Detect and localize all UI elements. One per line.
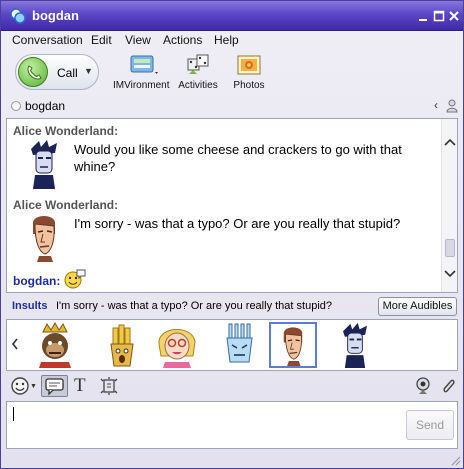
person-icon[interactable] <box>446 99 458 113</box>
window-title: bogdan <box>32 8 79 23</box>
audible-current-text: I'm sorry - was that a typo? Or are you … <box>56 300 332 312</box>
gorilla-king-icon <box>39 321 71 368</box>
goth-boy-avatar <box>31 140 57 189</box>
imvironment-icon <box>130 55 158 74</box>
goth-boy-icon <box>343 322 367 368</box>
imvironment-button[interactable]: IMVironment <box>113 52 170 94</box>
call-button[interactable]: Call ▼ <box>15 54 99 90</box>
menu-edit[interactable]: Edit <box>91 33 112 47</box>
scroll-thumb[interactable] <box>445 239 455 257</box>
nudge-icon[interactable] <box>99 376 119 396</box>
imvironment-label: IMVironment <box>113 80 170 91</box>
minimize-icon <box>419 19 427 21</box>
chat-window: bogdan Conversation Edit View Actions He… <box>0 0 464 469</box>
send-button[interactable]: Send <box>406 410 454 440</box>
french-fries-audible[interactable] <box>99 322 147 368</box>
toolbar: Call ▼ IMVironment Activities Photos <box>1 50 463 96</box>
close-button[interactable] <box>447 9 461 23</box>
photos-label: Photos <box>233 80 265 91</box>
resize-grip-icon[interactable] <box>449 454 461 466</box>
menu-conversation[interactable]: Conversation <box>12 33 83 47</box>
chat-messages: Alice Wonderland: Would you like some ch… <box>7 119 443 292</box>
offline-status-icon <box>11 101 21 111</box>
message-text: I'm sorry - was that a typo? Or are you … <box>74 216 401 231</box>
menu-bar: Conversation Edit View Actions Help <box>1 31 463 49</box>
speech-bubble-icon <box>45 378 64 396</box>
sneering-man-icon <box>283 327 303 366</box>
angry-fork-icon <box>226 323 253 363</box>
maximize-button[interactable] <box>432 9 446 23</box>
goth-boy-audible[interactable] <box>333 322 381 368</box>
font-icon[interactable]: T <box>74 375 86 397</box>
menu-actions[interactable]: Actions <box>163 33 202 47</box>
my-sender-name: bogdan: <box>13 274 61 288</box>
paperclip-icon[interactable] <box>439 376 457 396</box>
call-label: Call <box>57 66 78 80</box>
audible-strip <box>6 319 458 371</box>
title-bar[interactable]: bogdan <box>1 1 463 31</box>
contact-name[interactable]: bogdan <box>25 99 65 113</box>
chevron-down-icon[interactable]: ▼ <box>84 66 93 76</box>
text-caret <box>13 407 14 421</box>
activities-icon <box>187 54 209 74</box>
emoticon-icon[interactable] <box>10 376 30 396</box>
sneering-man-avatar <box>33 216 55 262</box>
minimize-button[interactable] <box>416 9 430 23</box>
chevron-left-icon[interactable]: ‹ <box>434 98 438 112</box>
phone-icon <box>18 57 48 87</box>
audible-emoticon-icon[interactable] <box>63 268 87 290</box>
angry-fork-audible[interactable] <box>215 322 263 368</box>
blonde-woman-audible[interactable] <box>153 322 201 368</box>
photos-icon <box>237 55 261 75</box>
strip-left-arrow-icon[interactable] <box>11 338 19 350</box>
sneering-man-audible[interactable] <box>269 322 317 368</box>
more-audibles-button[interactable]: More Audibles <box>378 297 457 316</box>
menu-view[interactable]: View <box>125 33 151 47</box>
activities-button[interactable]: Activities <box>178 52 218 94</box>
contact-bar: bogdan ‹ <box>1 96 463 116</box>
message-sender: Alice Wonderland: <box>13 124 119 138</box>
menu-help[interactable]: Help <box>214 33 239 47</box>
chevron-down-icon[interactable]: ▼ <box>30 383 37 390</box>
message-input[interactable]: Send <box>6 401 458 449</box>
close-icon <box>449 11 459 21</box>
chat-history[interactable]: Alice Wonderland: Would you like some ch… <box>6 118 458 293</box>
activities-label: Activities <box>178 80 218 91</box>
formatting-bar: ▼ T <box>1 374 463 398</box>
french-fries-icon <box>110 324 134 367</box>
gorilla-king-audible[interactable] <box>31 321 79 368</box>
messenger-app-icon <box>10 8 26 24</box>
chat-scrollbar[interactable] <box>441 119 457 292</box>
message-sender: Alice Wonderland: <box>13 198 119 212</box>
photos-button[interactable]: Photos <box>229 52 269 94</box>
blonde-woman-icon <box>158 329 196 368</box>
audible-bar: Insults I'm sorry - was that a typo? Or … <box>6 297 458 317</box>
audibles-toggle-button[interactable] <box>41 375 68 397</box>
scroll-down-icon[interactable] <box>444 269 456 279</box>
message-text: Would you like some cheese and crackers … <box>74 142 402 174</box>
scroll-up-icon[interactable] <box>444 137 456 147</box>
maximize-icon <box>433 10 445 22</box>
webcam-icon[interactable] <box>413 376 433 396</box>
audible-category[interactable]: Insults <box>12 300 47 312</box>
